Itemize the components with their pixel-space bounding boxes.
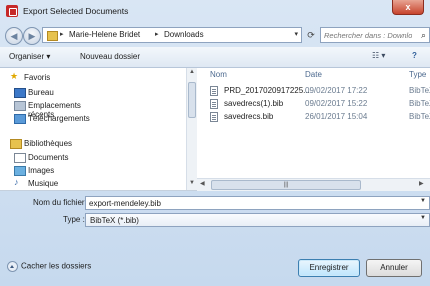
file-date: 26/01/2017 15:04 — [305, 112, 368, 121]
recent-places-icon — [14, 101, 26, 111]
breadcrumb-user[interactable]: Marie-Helene Bridet — [69, 30, 140, 39]
column-header-name[interactable]: Nom — [210, 68, 227, 82]
libraries-icon — [10, 139, 22, 149]
navigation-scrollbar[interactable]: ▲ ▼ — [186, 68, 197, 190]
folder-icon — [47, 31, 58, 41]
type-dropdown-icon[interactable]: ▼ — [420, 215, 426, 221]
music-icon: ♪ — [14, 177, 19, 187]
new-folder-button[interactable]: Nouveau dossier — [80, 52, 140, 61]
file-list: Nom Date Type PRD_2017020917225... 09/02… — [197, 68, 430, 190]
dialog-footer: Cacher les dossiers Enregistrer Annuler — [0, 246, 430, 286]
refresh-icon[interactable]: ⟳ — [304, 27, 318, 43]
horizontal-scrollbar[interactable]: ◀ ||| ▶ — [197, 178, 430, 191]
scrollbar-thumb[interactable] — [188, 82, 196, 118]
hide-folders-toggle[interactable]: Cacher les dossiers — [7, 261, 91, 272]
file-type-select[interactable]: BibTeX (*.bib) ▼ — [85, 213, 430, 227]
column-header-type[interactable]: Type — [409, 68, 426, 82]
mendeley-app-icon — [6, 5, 18, 17]
file-name: savedrecs(1).bib — [224, 99, 284, 108]
file-date: 09/02/2017 17:22 — [305, 86, 368, 95]
navigation-bar: ◀ ▶ ▸ Marie-Helene Bridet ▸ Downloads ▾ … — [0, 24, 430, 46]
file-type: BibTeX — [409, 86, 430, 95]
address-bar[interactable]: ▸ Marie-Helene Bridet ▸ Downloads ▾ — [42, 27, 302, 43]
column-header-date[interactable]: Date — [305, 68, 322, 82]
filename-field[interactable]: ▼ — [85, 196, 430, 210]
file-name: PRD_2017020917225... — [224, 86, 310, 95]
images-icon — [14, 166, 26, 176]
search-icon[interactable]: ⌕ — [421, 30, 426, 41]
file-icon — [210, 99, 218, 109]
export-dialog: Export Selected Documents x ◀ ▶ ▸ Marie-… — [0, 0, 430, 286]
file-type-value: BibTeX (*.bib) — [90, 216, 139, 225]
file-icon — [210, 112, 218, 122]
save-form: Nom du fichier : ▼ Type : BibTeX (*.bib)… — [0, 191, 430, 229]
scroll-up-icon[interactable]: ▲ — [187, 69, 197, 75]
file-icon — [210, 86, 218, 96]
search-box[interactable]: ⌕ — [320, 27, 430, 43]
filename-input[interactable] — [89, 198, 409, 208]
breadcrumb-downloads[interactable]: Downloads — [164, 30, 204, 39]
title-bar: Export Selected Documents x — [0, 0, 430, 24]
close-button[interactable]: x — [392, 0, 424, 15]
scroll-right-icon[interactable]: ▶ — [419, 180, 424, 187]
address-dropdown-icon[interactable]: ▾ — [294, 30, 298, 38]
organize-menu[interactable]: Organiser ▾ — [9, 52, 50, 61]
collapse-icon — [7, 261, 18, 272]
forward-button[interactable]: ▶ — [23, 27, 41, 45]
file-row[interactable]: PRD_2017020917225... 09/02/2017 17:22 Bi… — [197, 85, 430, 98]
search-input[interactable] — [324, 29, 412, 41]
documents-icon — [14, 153, 26, 163]
command-toolbar: Organiser ▾ Nouveau dossier ☷ ▾ ? — [0, 47, 430, 68]
browser-pane: ★ Favoris Bureau Emplacements récents Té… — [0, 68, 430, 191]
file-row[interactable]: savedrecs.bib 26/01/2017 15:04 BibTeX — [197, 111, 430, 124]
star-icon: ★ — [10, 71, 19, 81]
file-name: savedrecs.bib — [224, 112, 274, 121]
hide-folders-label: Cacher les dossiers — [21, 261, 92, 271]
file-type: BibTeX — [409, 99, 430, 108]
breadcrumb-separator: ▸ — [155, 31, 159, 38]
help-icon[interactable]: ? — [412, 51, 417, 60]
back-button[interactable]: ◀ — [5, 27, 23, 45]
scroll-down-icon[interactable]: ▼ — [187, 180, 197, 186]
type-label: Type : — [63, 215, 85, 224]
scrollbar-thumb[interactable]: ||| — [211, 180, 361, 190]
window-title: Export Selected Documents — [23, 6, 129, 16]
view-options-icon[interactable]: ☷ ▾ — [372, 51, 385, 60]
downloads-icon — [14, 114, 26, 124]
desktop-icon — [14, 88, 26, 98]
cancel-button[interactable]: Annuler — [366, 259, 422, 277]
navigation-pane: ★ Favoris Bureau Emplacements récents Té… — [0, 68, 186, 190]
file-date: 09/02/2017 15:22 — [305, 99, 368, 108]
filename-dropdown-icon[interactable]: ▼ — [420, 198, 426, 204]
breadcrumb-separator: ▸ — [60, 31, 64, 38]
filename-label: Nom du fichier : — [33, 198, 90, 207]
scroll-left-icon[interactable]: ◀ — [200, 180, 205, 187]
file-type: BibTeX — [409, 112, 430, 121]
save-button[interactable]: Enregistrer — [298, 259, 360, 277]
file-row[interactable]: savedrecs(1).bib 09/02/2017 15:22 BibTeX — [197, 98, 430, 111]
